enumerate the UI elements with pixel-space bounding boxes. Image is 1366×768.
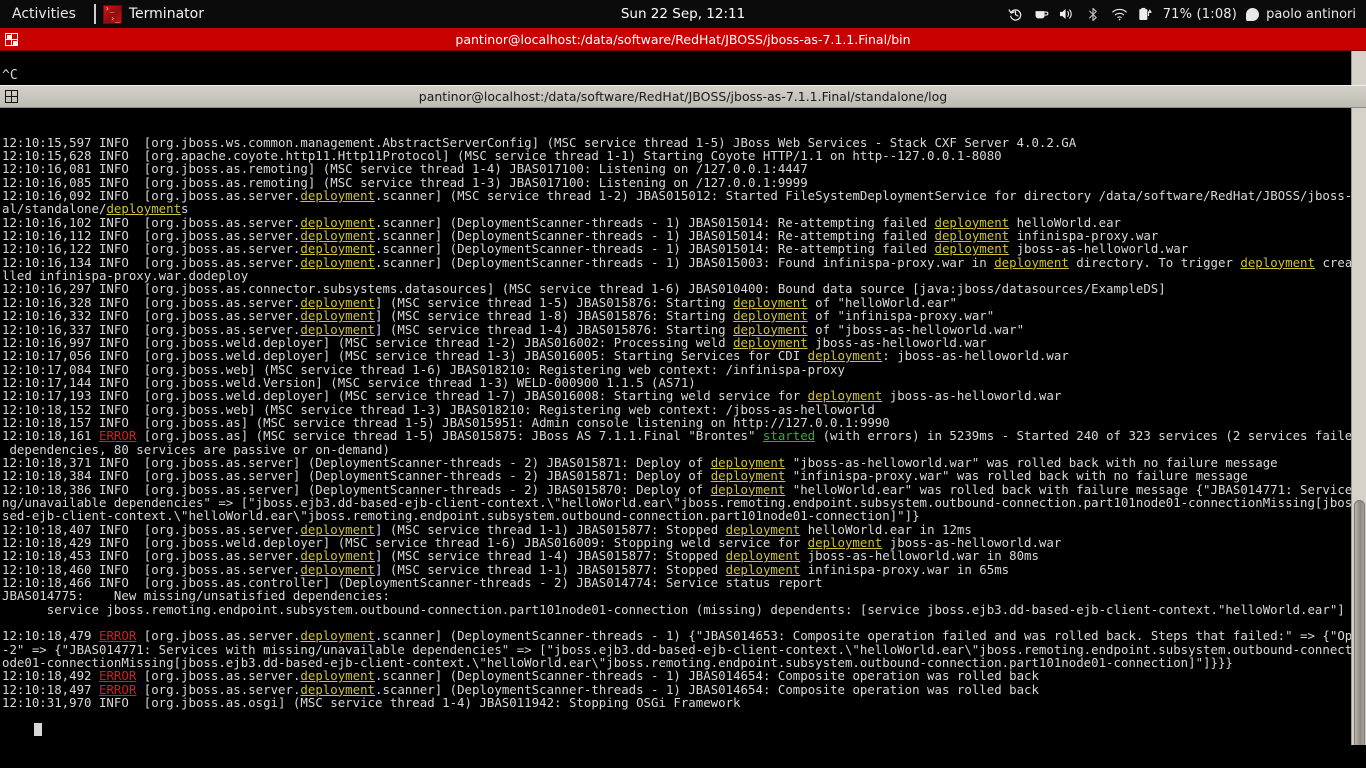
log-line-container: 12:10:15,597 INFO [org.jboss.ws.common.m…: [2, 136, 1366, 710]
user-name-label: paolo antinori: [1266, 6, 1356, 22]
log-line: ng/unavailable dependencies" => ["jboss.…: [2, 496, 1366, 509]
active-app-label: Terminator: [128, 6, 204, 22]
bluetooth-icon[interactable]: [1085, 6, 1102, 23]
log-line: 12:10:16,085 INFO [org.jboss.as.remoting…: [2, 176, 1350, 189]
log-text: 12:10:31,970 INFO [org.jboss.as.osgi] (M…: [2, 695, 741, 711]
log-line: 12:10:18,386 INFO [org.jboss.as.server] …: [2, 482, 1360, 496]
window-title-top: pantinor@localhost:/data/software/RedHat…: [455, 31, 911, 47]
log-line: 12:10:18,497 ERROR [org.jboss.as.server.…: [2, 683, 1350, 696]
window-titlebar-bottom[interactable]: pantinor@localhost:/data/software/RedHat…: [0, 85, 1366, 108]
terminal-line: ^C: [2, 68, 18, 83]
log-line: service jboss.remoting.endpoint.subsyste…: [2, 603, 1350, 616]
history-rewind-icon[interactable]: [1007, 6, 1024, 23]
log-line: 12:10:16,337 INFO [org.jboss.as.server.d…: [2, 322, 1350, 336]
log-line: 12:10:16,112 INFO [org.jboss.as.server.d…: [2, 229, 1350, 242]
active-app-entry[interactable]: Terminator: [90, 0, 214, 28]
log-line: 12:10:18,492 ERROR [org.jboss.as.server.…: [2, 669, 1350, 682]
wifi-icon[interactable]: [1111, 6, 1128, 23]
user-avatar-icon: [1246, 7, 1260, 21]
log-line: 12:10:17,193 INFO [org.jboss.weld.deploy…: [2, 389, 1350, 402]
log-line: 12:10:17,084 INFO [org.jboss.web] (MSC s…: [2, 362, 1350, 376]
terminal-window-top: pantinor@localhost:/data/software/RedHat…: [0, 28, 1366, 86]
log-match-token: deployment: [994, 254, 1069, 270]
terminal-bottom-padding: [0, 745, 1366, 768]
window-titlebar-top[interactable]: pantinor@localhost:/data/software/RedHat…: [0, 28, 1366, 51]
clock-label: Sun 22 Sep, 12:11: [620, 6, 746, 22]
log-line: 12:10:16,092 INFO [org.jboss.as.server.d…: [2, 188, 1366, 204]
terminal-icon: [102, 4, 122, 24]
log-line: 12:10:18,384 INFO [org.jboss.as.server] …: [2, 469, 1350, 482]
scrollbar-thumb[interactable]: [1354, 500, 1365, 764]
battery-charging-icon[interactable]: [1137, 6, 1154, 23]
log-text: jboss-as-helloworld.war: [882, 388, 1062, 404]
log-line: 12:10:16,134 INFO [org.jboss.as.server.d…: [2, 254, 1366, 270]
log-text: (with errors) in 5239ms - Started 240 of…: [822, 428, 1360, 444]
log-text: service jboss.remoting.endpoint.subsyste…: [2, 601, 1345, 617]
log-line: dependencies, 80 services are passive or…: [2, 442, 1350, 456]
log-line: 12:10:15,597 INFO [org.jboss.ws.common.m…: [2, 136, 1350, 149]
log-line: 12:10:16,332 INFO [org.jboss.as.server.d…: [2, 309, 1350, 322]
log-line: 12:10:16,297 INFO [org.jboss.as.connecto…: [2, 282, 1350, 295]
log-line: 12:10:16,081 INFO [org.jboss.as.remoting…: [2, 162, 1350, 175]
log-text: .scanner] (DeploymentScanner-threads - 1…: [375, 254, 995, 270]
terminal-top-scrollbar[interactable]: [1351, 51, 1366, 85]
app-entry-separator: [93, 4, 96, 24]
log-line: sed-ejb-client-context.\"helloWorld.ear\…: [2, 509, 1350, 522]
log-line: 12:10:18,157 INFO [org.jboss.as] (MSC se…: [2, 416, 1350, 429]
log-line: 12:10:17,144 INFO [org.jboss.weld.Versio…: [2, 376, 1350, 389]
log-text: .scanner] (MSC service thread 1-2) JBAS0…: [375, 188, 1366, 204]
log-line: 12:10:18,407 INFO [org.jboss.as.server.d…: [2, 522, 1350, 536]
text-cursor-log: [33, 722, 42, 736]
terminal-log-output[interactable]: 12:10:15,597 INFO [org.jboss.ws.common.m…: [0, 108, 1366, 768]
user-menu[interactable]: paolo antinori: [1246, 7, 1356, 22]
log-line: 12:10:17,056 INFO [org.jboss.weld.deploy…: [2, 349, 1350, 362]
log-line: JBAS014775: New missing/unsatisfied depe…: [2, 589, 1350, 602]
log-line: -2" => {"JBAS014771: Services with missi…: [2, 643, 1366, 656]
terminal-top-output[interactable]: ^C [12:10:32][..as-7.1.1.Final/bin]$ sh …: [0, 51, 1366, 86]
log-line: 12:10:18,460 INFO [org.jboss.as.server.d…: [2, 563, 1350, 576]
log-line: 12:10:15,628 INFO [org.apache.coyote.htt…: [2, 149, 1350, 162]
terminal-window-bottom: pantinor@localhost:/data/software/RedHat…: [0, 85, 1366, 768]
log-line: 12:10:16,122 INFO [org.jboss.as.server.d…: [2, 242, 1350, 255]
log-line: 12:10:16,997 INFO [org.jboss.weld.deploy…: [2, 336, 1350, 349]
log-line: 12:10:18,466 INFO [org.jboss.as.controll…: [2, 576, 1350, 589]
log-text: directory. To trigger: [1068, 254, 1241, 270]
log-line: 12:10:18,161 ERROR [org.jboss.as] (MSC s…: [2, 428, 1360, 444]
log-line: 12:10:16,328 INFO [org.jboss.as.server.d…: [2, 296, 1350, 309]
log-line: 12:10:16,102 INFO [org.jboss.as.server.d…: [2, 216, 1350, 229]
activities-button[interactable]: Activities: [0, 0, 90, 28]
log-text: infinispa-proxy.war in 65ms: [800, 561, 1010, 577]
battery-percentage-label: 71% (1:08): [1162, 6, 1238, 22]
log-line: ode01-connectionMissing[jboss.ejb3.dd-ba…: [2, 656, 1350, 669]
log-line: 12:10:18,479 ERROR [org.jboss.as.server.…: [2, 629, 1366, 642]
log-match-token: deployment: [1240, 254, 1315, 270]
log-started-token: started: [762, 428, 816, 444]
log-line: 12:10:31,970 INFO [org.jboss.as.osgi] (M…: [2, 696, 1350, 709]
log-line: 12:10:18,152 INFO [org.jboss.web] (MSC s…: [2, 402, 1350, 416]
volume-speaker-icon[interactable]: [1059, 6, 1076, 23]
log-line: 12:10:18,371 INFO [org.jboss.as.server] …: [2, 456, 1350, 469]
log-line: lled infinispa-proxy.war.dodeploy: [2, 269, 1350, 282]
coffee-cup-icon[interactable]: [1033, 6, 1050, 23]
log-match-token: deployment: [300, 254, 376, 270]
log-line: 12:10:18,453 INFO [org.jboss.as.server.d…: [2, 549, 1350, 562]
system-tray: 71% (1:08) paolo antinori: [1007, 6, 1366, 23]
terminal-log-scrollbar[interactable]: [1351, 108, 1366, 768]
window-title-bottom: pantinor@localhost:/data/software/RedHat…: [418, 89, 948, 104]
log-line: al/standalone/deployments: [2, 202, 1350, 215]
log-text: : jboss-as-helloworld.war: [882, 348, 1069, 364]
log-line: 12:10:18,429 INFO [org.jboss.weld.deploy…: [2, 536, 1350, 549]
gnome-top-bar: Activities Terminator Sun 22 Sep, 12:11: [0, 0, 1366, 28]
log-match-token: deployment: [300, 188, 376, 204]
